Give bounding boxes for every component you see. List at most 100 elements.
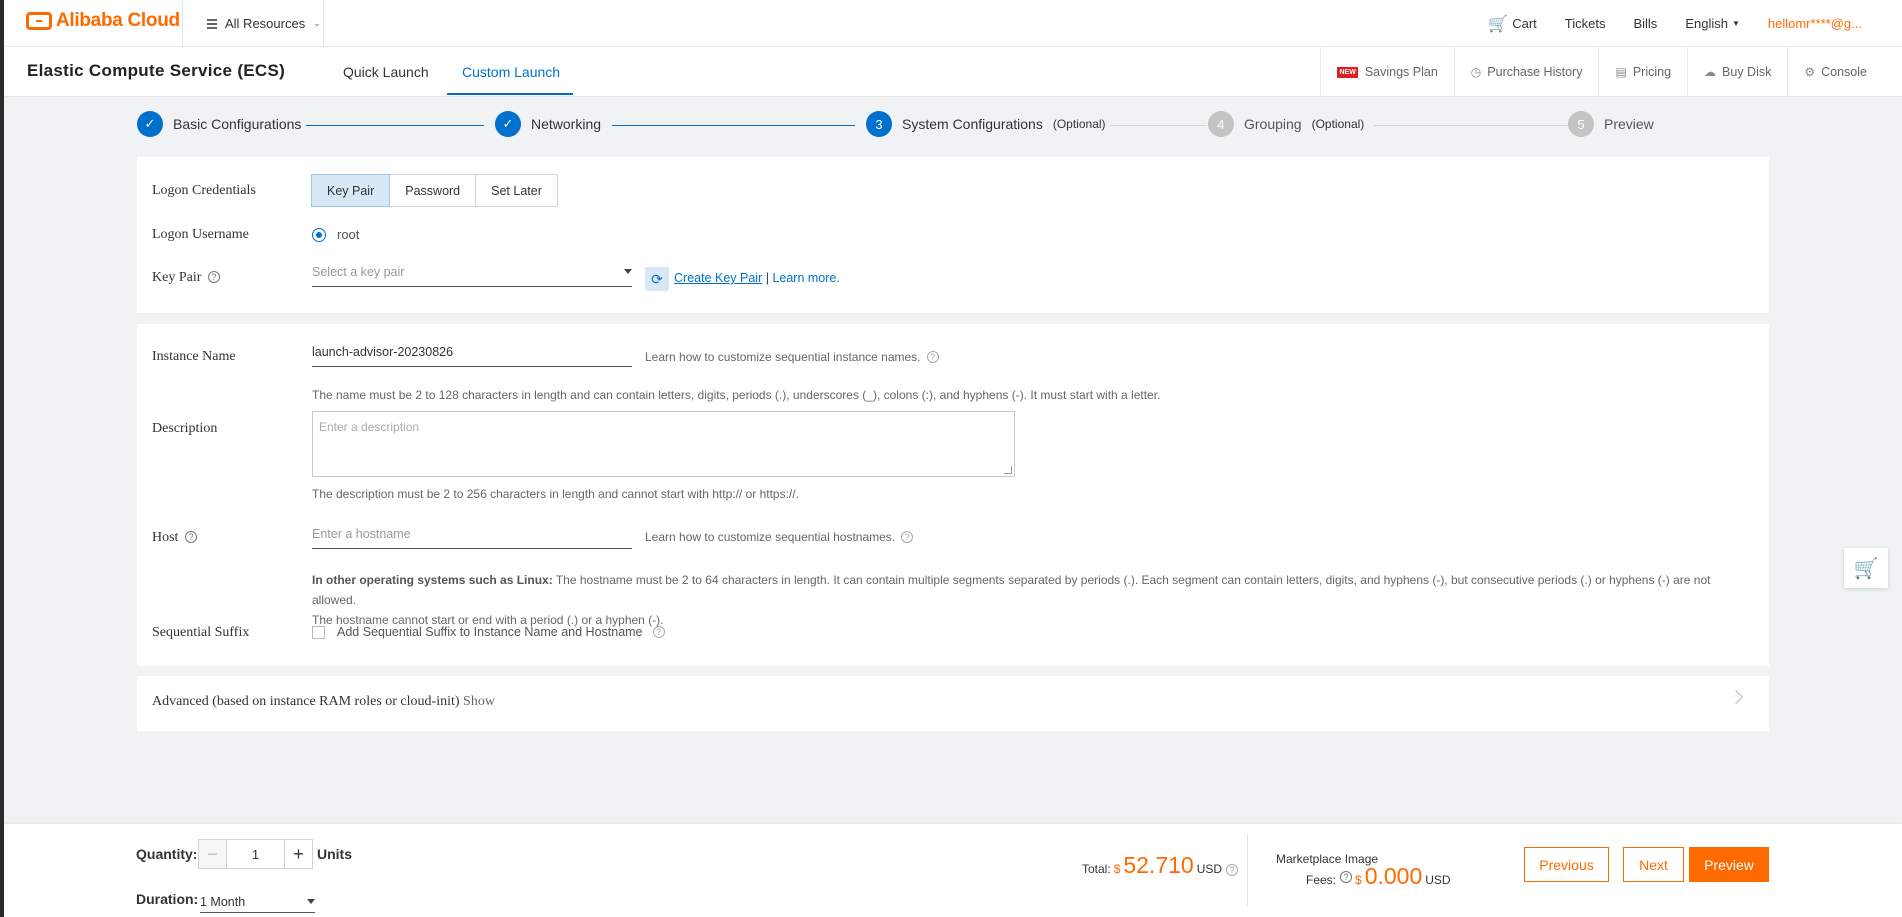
service-header: Elastic Compute Service (ECS) Quick Laun… xyxy=(4,47,1902,97)
currency-code: USD xyxy=(1196,862,1223,876)
quantity-label: Quantity: xyxy=(136,846,198,862)
step-networking[interactable]: ✓ Networking xyxy=(495,111,601,137)
instance-name-learn-link[interactable]: Learn how to customize sequential instan… xyxy=(645,350,939,364)
advanced-show-toggle[interactable]: Show xyxy=(463,694,495,709)
quantity-value[interactable]: 1 xyxy=(227,840,284,868)
total-value: 52.710 xyxy=(1123,852,1194,878)
wizard-steps: ✓ Basic Configurations ✓ Networking 3 Sy… xyxy=(0,97,1902,155)
cart-label: Cart xyxy=(1512,16,1537,31)
active-tab-indicator xyxy=(447,93,573,95)
instance-panel: Instance Name launch-advisor-20230826 Le… xyxy=(137,324,1769,666)
create-key-pair-link[interactable]: Create Key Pair xyxy=(674,271,762,285)
console-link[interactable]: ⚙ Console xyxy=(1787,47,1902,97)
step-label: Basic Configurations xyxy=(173,116,302,132)
step-connector xyxy=(1374,125,1568,126)
help-icon[interactable]: ? xyxy=(184,531,197,543)
duration-label: Duration: xyxy=(136,891,199,907)
chevron-right-icon[interactable] xyxy=(1728,689,1744,705)
step-basic-configurations[interactable]: ✓ Basic Configurations xyxy=(137,111,301,137)
pricing-link[interactable]: ▤ Pricing xyxy=(1598,47,1687,97)
units-label: Units xyxy=(317,846,352,862)
learn-more-link[interactable]: Learn more. xyxy=(772,271,839,285)
help-icon[interactable]: ? xyxy=(207,271,220,283)
password-option[interactable]: Password xyxy=(389,174,477,207)
savings-plan-label: Savings Plan xyxy=(1364,65,1438,79)
cloud-icon: ☁ xyxy=(1704,65,1717,79)
hostname-learn-link[interactable]: Learn how to customize sequential hostna… xyxy=(645,530,914,544)
logon-username-label: Logon Username xyxy=(152,227,249,242)
step-connector xyxy=(612,125,855,126)
step-system-configurations[interactable]: 3 System Configurations (Optional) xyxy=(866,111,1106,137)
host-label: Host ? xyxy=(152,530,197,546)
host-label-text: Host xyxy=(152,530,179,545)
description-textarea[interactable]: Enter a description xyxy=(312,411,1015,477)
console-label: Console xyxy=(1821,65,1867,79)
alibaba-cloud-logo[interactable]: Alibaba Cloud xyxy=(26,10,180,32)
instance-name-input[interactable]: launch-advisor-20230826 xyxy=(312,339,632,367)
help-icon[interactable]: ? xyxy=(901,531,914,543)
tickets-link[interactable]: Tickets xyxy=(1551,16,1620,31)
step-optional: (Optional) xyxy=(1311,117,1365,131)
hostname-input[interactable]: Enter a hostname xyxy=(312,521,632,549)
total-price: Total: $ 52.710 USD ? xyxy=(1082,852,1239,879)
sequential-suffix-checkbox[interactable]: Add Sequential Suffix to Instance Name a… xyxy=(312,625,665,639)
duration-select[interactable]: 1 Month xyxy=(200,891,315,913)
sequential-suffix-text: Add Sequential Suffix to Instance Name a… xyxy=(337,625,643,639)
fees-label: Fees: xyxy=(1306,873,1337,887)
all-resources-dropdown[interactable]: All Resources ⌄ xyxy=(207,16,321,31)
set-later-option[interactable]: Set Later xyxy=(475,174,558,207)
hostname-hint: In other operating systems such as Linux… xyxy=(312,570,1742,630)
username-root-radio[interactable]: root xyxy=(312,227,359,242)
duration-value: 1 Month xyxy=(200,895,246,909)
help-icon[interactable]: ? xyxy=(1226,864,1239,876)
savings-plan-link[interactable]: NEW Savings Plan xyxy=(1320,47,1453,97)
instance-name-label: Instance Name xyxy=(152,349,236,364)
checkbox-icon xyxy=(312,625,325,639)
caret-down-icon: ▼ xyxy=(1731,19,1740,28)
previous-button[interactable]: Previous xyxy=(1524,847,1609,882)
step-number: 4 xyxy=(1208,111,1234,137)
tab-custom-launch[interactable]: Custom Launch xyxy=(462,64,560,80)
step-label: System Configurations xyxy=(902,116,1043,132)
purchase-history-link[interactable]: ◷ Purchase History xyxy=(1453,47,1599,97)
advanced-panel[interactable]: Advanced (based on instance RAM roles or… xyxy=(137,676,1769,731)
service-title: Elastic Compute Service (ECS) xyxy=(27,61,286,80)
gear-icon: ⚙ xyxy=(1804,65,1816,79)
increase-button[interactable]: + xyxy=(284,840,312,868)
description-hint: The description must be 2 to 256 charact… xyxy=(312,487,799,501)
marketplace-fees: Fees: ? $ 0.000 USD xyxy=(1306,863,1451,890)
logo-text: Alibaba Cloud xyxy=(56,10,180,31)
language-dropdown[interactable]: English ▼ xyxy=(1671,16,1754,31)
help-icon[interactable]: ? xyxy=(652,626,665,638)
all-resources-label: All Resources xyxy=(225,16,306,31)
step-grouping[interactable]: 4 Grouping (Optional) xyxy=(1208,111,1364,137)
quantity-stepper: − 1 + xyxy=(198,839,313,869)
key-pair-label-text: Key Pair xyxy=(152,270,202,285)
refresh-icon[interactable]: ⟳ xyxy=(645,267,669,291)
user-account[interactable]: hellomr****@g... xyxy=(1754,16,1902,31)
radio-selected-icon xyxy=(312,227,326,242)
step-preview[interactable]: 5 Preview xyxy=(1568,111,1654,137)
next-button[interactable]: Next xyxy=(1623,847,1684,882)
step-optional: (Optional) xyxy=(1052,117,1106,131)
help-icon[interactable]: ? xyxy=(1340,870,1353,883)
hostname-learn-text: Learn how to customize sequential hostna… xyxy=(645,530,896,544)
total-label: Total: xyxy=(1082,862,1111,876)
floating-cart-button[interactable]: 🛒 xyxy=(1844,548,1888,588)
resources-icon xyxy=(207,18,217,29)
divider xyxy=(323,0,324,47)
logon-credentials-label: Logon Credentials xyxy=(152,183,256,198)
bills-link[interactable]: Bills xyxy=(1619,16,1671,31)
step-number: 5 xyxy=(1568,111,1594,137)
decrease-button[interactable]: − xyxy=(199,840,227,868)
alibaba-logo-icon xyxy=(26,12,52,30)
pricing-label: Pricing xyxy=(1632,65,1672,79)
cart-link[interactable]: 🛒 Cart xyxy=(1474,14,1550,34)
key-pair-select[interactable]: Select a key pair xyxy=(312,259,632,287)
preview-button[interactable]: Preview xyxy=(1689,847,1769,882)
purchase-history-label: Purchase History xyxy=(1487,65,1583,79)
buy-disk-link[interactable]: ☁ Buy Disk xyxy=(1687,47,1787,97)
key-pair-option[interactable]: Key Pair xyxy=(311,174,391,207)
tab-quick-launch[interactable]: Quick Launch xyxy=(343,64,429,80)
help-icon[interactable]: ? xyxy=(926,351,939,363)
